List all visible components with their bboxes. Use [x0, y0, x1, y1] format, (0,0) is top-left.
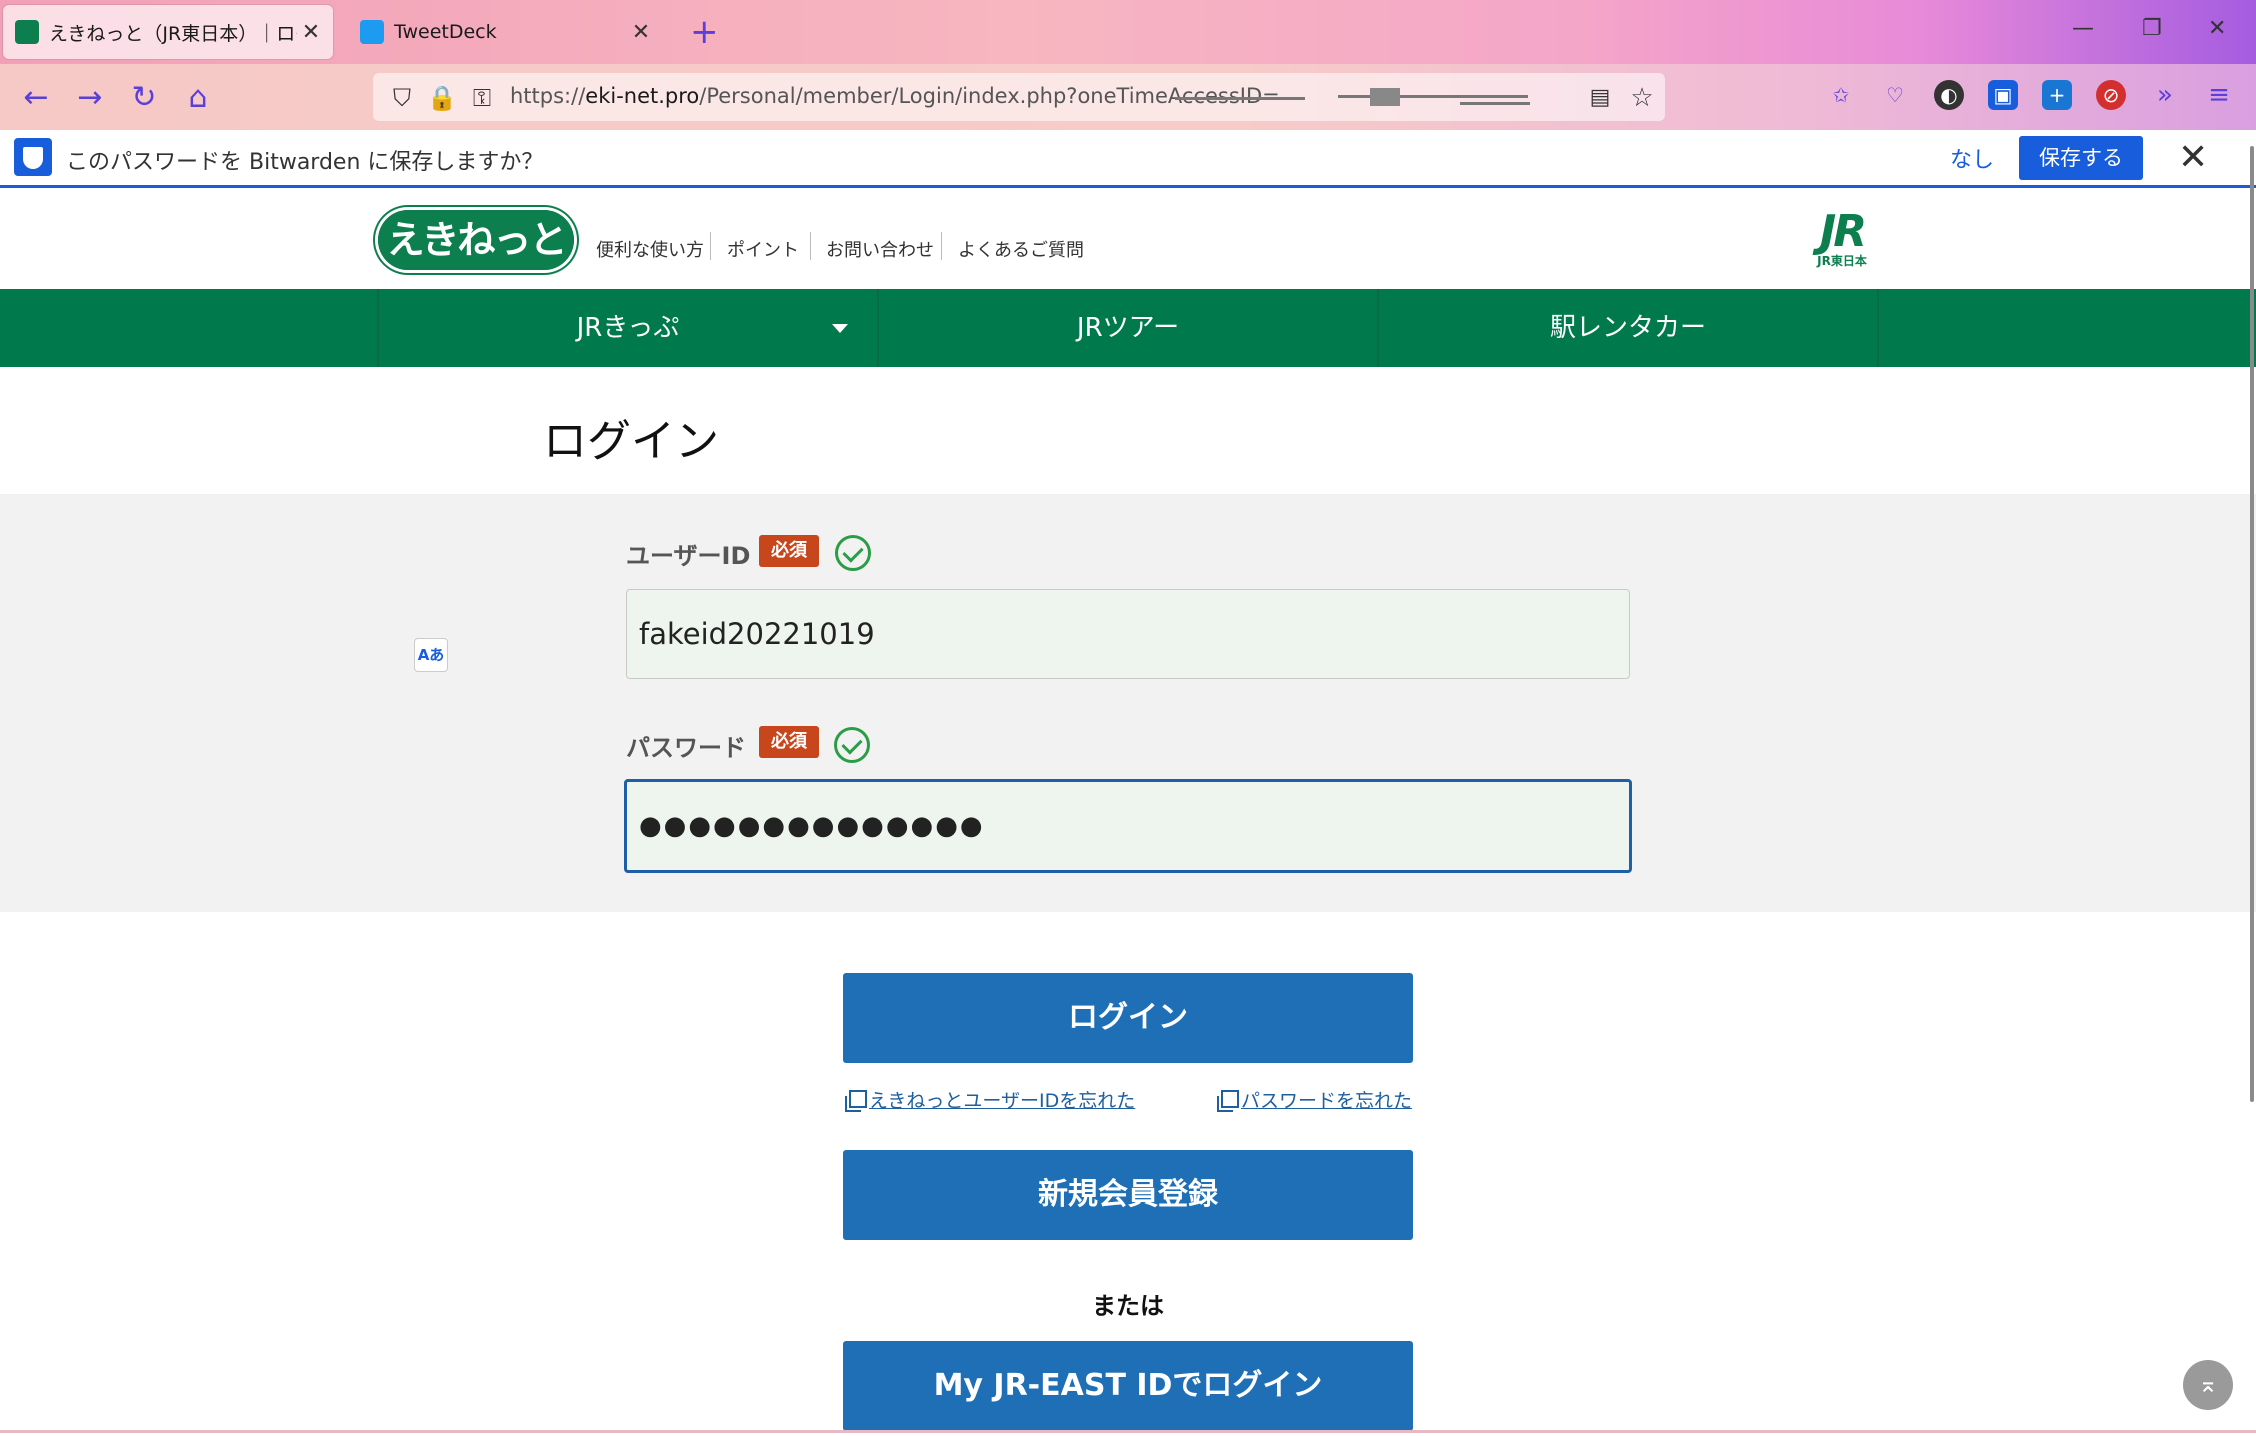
reload-icon[interactable]: ↻ [124, 78, 164, 118]
header-link-points[interactable]: ポイント [727, 236, 799, 262]
header-divider [941, 232, 942, 260]
user-id-input[interactable]: fakeid20221019 [626, 589, 1630, 679]
tab-close-icon[interactable]: ✕ [627, 20, 655, 45]
page-title: ログイン [543, 416, 719, 467]
red-extension-icon[interactable]: ⊘ [2096, 80, 2126, 110]
browser-tab-bar: えきねっと（JR東日本）｜ログ ✕ TweetDeck ✕ + — ❐ ✕ [0, 0, 2256, 64]
header-link-howto[interactable]: 便利な使い方 [596, 236, 704, 262]
nav-label: JRツアー [1076, 313, 1180, 343]
redaction-block [1370, 88, 1400, 106]
restore-icon[interactable]: ❐ [2142, 16, 2162, 41]
tab-title: TweetDeck [394, 21, 497, 43]
page-scrollbar[interactable] [2250, 146, 2254, 1102]
site-header [0, 191, 2256, 289]
forgot-password-link[interactable]: パスワードを忘れた [1241, 1086, 1412, 1113]
bitwarden-extension-icon[interactable]: ▣ [1988, 80, 2018, 110]
url-path: /Personal/member/Login/index.php?oneTime… [699, 84, 1280, 108]
register-button[interactable]: 新規会員登録 [843, 1150, 1413, 1240]
hamburger-menu-icon[interactable]: ≡ [2204, 80, 2234, 110]
home-icon[interactable]: ⌂ [178, 78, 218, 118]
lock-icon[interactable]: 🔒 [422, 78, 462, 118]
or-divider-text: または [1092, 1292, 1164, 1320]
check-circle-icon [835, 535, 871, 571]
nav-jr-tickets[interactable]: JRきっぷ [379, 289, 877, 367]
pocket-icon[interactable]: ♡ [1880, 80, 1910, 110]
header-divider [710, 232, 711, 260]
external-window-icon [1217, 1090, 1239, 1112]
dark-mode-icon[interactable]: ◐ [1934, 80, 1964, 110]
bitwarden-shield-icon [14, 138, 52, 176]
nav-jr-tours[interactable]: JRツアー [879, 289, 1377, 367]
key-icon[interactable]: ⚿ [462, 78, 502, 118]
required-badge: 必須 [759, 726, 819, 758]
window-close-icon[interactable]: ✕ [2208, 16, 2226, 41]
tab-tweetdeck[interactable]: TweetDeck ✕ [348, 5, 663, 59]
check-circle-icon [834, 727, 870, 763]
external-window-icon [845, 1090, 867, 1112]
redaction-bar [1338, 95, 1528, 98]
user-id-label: ユーザーID [626, 542, 751, 570]
bitwarden-close-icon[interactable]: ✕ [2178, 136, 2208, 180]
bitwarden-never-button[interactable]: なし [1950, 142, 1994, 174]
tracking-shield-icon[interactable]: ⛉ [382, 78, 422, 118]
ekinet-logo[interactable]: えきねっと [378, 210, 574, 270]
plus-extension-icon[interactable]: + [2042, 80, 2072, 110]
login-button[interactable]: ログイン [843, 973, 1413, 1063]
nav-label: 駅レンタカー [1549, 313, 1706, 343]
translate-icon[interactable]: Aあ [414, 638, 448, 672]
bitwarden-save-bar: このパスワードを Bitwarden に保存しますか？ なし 保存する ✕ [0, 130, 2256, 188]
jr-east-logo[interactable]: JR JR東日本 [1806, 206, 1878, 269]
nav-divider [1877, 289, 1879, 367]
nav-rental-car[interactable]: 駅レンタカー [1379, 289, 1877, 367]
global-nav: JRきっぷ JRツアー 駅レンタカー [0, 289, 2256, 367]
tab-ekinet[interactable]: えきねっと（JR東日本）｜ログ ✕ [3, 5, 333, 59]
minimize-icon[interactable]: — [2072, 16, 2094, 41]
tweetdeck-favicon-icon [360, 20, 384, 44]
required-badge: 必須 [759, 535, 819, 567]
jr-logo-mark: JR [1819, 206, 1867, 257]
overflow-menu-icon[interactable]: » [2150, 80, 2180, 110]
chevron-down-icon [832, 324, 848, 333]
url-prefix: https:// [510, 84, 586, 108]
redaction-bar [1175, 97, 1305, 100]
redaction-bar [1460, 102, 1530, 105]
bookmark-star-icon[interactable]: ☆ [1622, 78, 1662, 118]
header-link-contact[interactable]: お問い合わせ [826, 236, 934, 262]
tab-close-icon[interactable]: ✕ [297, 20, 325, 45]
url-domain: eki-net.pro [585, 84, 700, 108]
password-label: パスワード [626, 734, 746, 762]
bitwarden-prompt: このパスワードを Bitwarden に保存しますか？ [66, 150, 544, 175]
header-link-faq[interactable]: よくあるご質問 [958, 236, 1084, 262]
nav-label: JRきっぷ [576, 313, 680, 343]
ekinet-favicon-icon [15, 20, 39, 44]
window-bottom-border [0, 1430, 2256, 1433]
bitwarden-save-button[interactable]: 保存する [2019, 136, 2143, 180]
password-input[interactable]: ●●●●●●●●●●●●●● [624, 779, 1632, 873]
header-divider [810, 232, 811, 260]
back-to-top-icon[interactable]: ⌅ [2183, 1360, 2233, 1410]
tab-title: えきねっと（JR東日本）｜ログ [49, 22, 297, 45]
url-text[interactable]: https://eki-net.pro/Personal/member/Logi… [510, 84, 1280, 108]
back-icon[interactable]: ← [16, 78, 56, 118]
jr-logo-sub: JR東日本 [1817, 254, 1867, 268]
forgot-user-id-link[interactable]: えきねっとユーザーIDを忘れた [869, 1086, 1135, 1113]
reader-view-icon[interactable]: ▤ [1580, 78, 1620, 118]
forward-icon[interactable]: → [70, 78, 110, 118]
new-tab-icon[interactable]: + [690, 12, 719, 52]
jr-east-id-login-button[interactable]: My JR-EAST IDでログイン [843, 1341, 1413, 1431]
collections-icon[interactable]: ✩ [1826, 80, 1856, 110]
